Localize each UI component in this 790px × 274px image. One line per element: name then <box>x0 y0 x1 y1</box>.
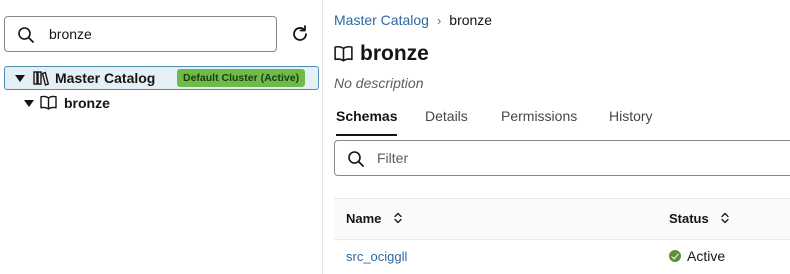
book-icon <box>40 95 57 110</box>
expand-caret-icon[interactable] <box>24 100 34 107</box>
tab-permissions[interactable]: Permissions <box>501 108 577 136</box>
refresh-icon[interactable] <box>290 24 310 44</box>
tree-item-bronze[interactable]: bronze <box>24 94 224 112</box>
tab-details[interactable]: Details <box>425 108 468 136</box>
catalog-tree-pane: bronze Master Catalog Default Cluster (A… <box>0 0 322 274</box>
filter-placeholder: Filter <box>377 150 409 166</box>
tree-search-value: bronze <box>49 26 92 42</box>
sort-icon[interactable] <box>393 212 403 224</box>
breadcrumb-separator: › <box>436 13 442 28</box>
column-header-label: Name <box>346 211 382 226</box>
column-header-label: Status <box>669 211 709 226</box>
tree-item-label: bronze <box>64 95 110 111</box>
catalog-detail-pane: Master Catalog › bronze bronze No descript… <box>323 0 790 274</box>
schema-name-link[interactable]: src_ociggll <box>346 249 407 264</box>
breadcrumb: Master Catalog › bronze <box>334 12 492 28</box>
book-icon <box>334 46 353 62</box>
page-description: No description <box>334 75 424 91</box>
table-header: Name Status <box>334 198 790 240</box>
search-icon <box>18 27 34 43</box>
status-cell: Active <box>669 248 725 264</box>
expand-caret-icon[interactable] <box>15 75 25 82</box>
schema-name-text: src_ocigg <box>346 249 402 264</box>
check-circle-icon <box>669 250 681 262</box>
tab-history[interactable]: History <box>609 108 653 136</box>
search-icon <box>348 151 364 167</box>
library-icon <box>33 71 49 86</box>
table-row: src_ociggll Active <box>334 241 790 271</box>
tree-search-input[interactable]: bronze <box>4 16 277 52</box>
column-header-name[interactable]: Name <box>346 211 403 226</box>
sort-icon[interactable] <box>720 212 730 224</box>
page-title: bronze <box>360 42 429 65</box>
tree-item-label: Master Catalog <box>55 70 156 86</box>
cluster-status-badge: Default Cluster (Active) <box>177 69 306 87</box>
breadcrumb-current: bronze <box>449 12 493 28</box>
breadcrumb-link-master-catalog[interactable]: Master Catalog <box>334 12 429 28</box>
column-header-status[interactable]: Status <box>669 211 730 226</box>
schema-name-suffix: ll <box>401 249 408 264</box>
tab-bar: Schemas Details Permissions History <box>334 108 790 136</box>
tree-item-master-catalog[interactable]: Master Catalog Default Cluster (Active) <box>4 66 319 90</box>
tab-schemas[interactable]: Schemas <box>336 108 398 136</box>
filter-input[interactable]: Filter <box>334 140 790 176</box>
status-text: Active <box>687 248 726 264</box>
